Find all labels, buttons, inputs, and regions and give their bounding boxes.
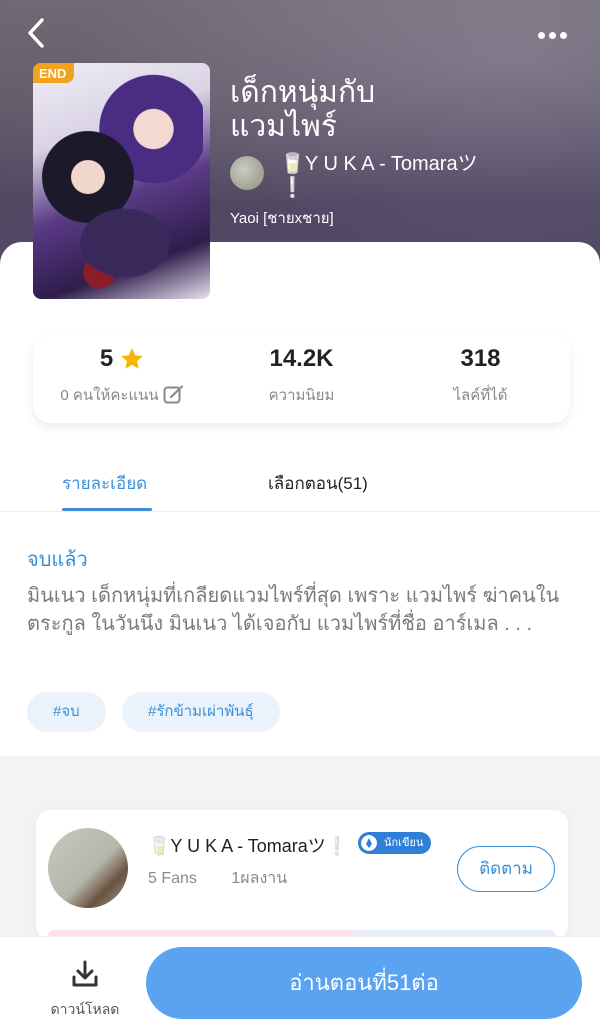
fans-count: 5 Fans [148, 870, 197, 887]
rating-value: 5 [99, 345, 114, 372]
download-label: ดาวน์โหลด [50, 1001, 120, 1017]
edit-icon[interactable] [163, 385, 185, 405]
popularity-stat: 14.2K ความนิยม [212, 335, 391, 423]
likes-value: 318 [460, 345, 501, 372]
star-icon [121, 348, 144, 369]
author-row[interactable]: 🥛Y U K A - Tomaraツ❕ [230, 152, 500, 200]
writer-badge: นักเขียน [358, 832, 432, 854]
tab-chapters[interactable]: เลือกตอน(51) [268, 470, 368, 497]
tag-chip[interactable]: #จบ [27, 692, 106, 732]
status-label: จบแล้ว [27, 549, 88, 571]
popularity-value: 14.2K [269, 345, 334, 372]
bottom-bar: ดาวน์โหลด อ่านตอนที่51ต่อ [0, 936, 600, 1027]
back-icon[interactable] [22, 14, 56, 52]
end-badge: END [33, 63, 75, 83]
avatar[interactable] [48, 828, 128, 908]
follow-button[interactable]: ติดตาม [457, 846, 555, 892]
writer-name[interactable]: 🥛Y U K A - Tomaraツ❕ [148, 832, 348, 858]
synopsis-text: มินเนว เด็กหนุ่มที่เกลียดแวมไพร์ที่สุด เ… [27, 585, 560, 635]
tab-bar: รายละเอียด เลือกตอน(51) [0, 450, 600, 512]
story-title: เด็กหนุ่มกับแวมไพร์ [230, 76, 376, 143]
works-count: 1ผลงาน [231, 870, 288, 887]
cover-image: END [33, 63, 210, 299]
rating-stat[interactable]: 5 0 คนให้คะแนน [33, 335, 212, 423]
download-button[interactable]: ดาวน์โหลด [44, 959, 126, 1021]
writer-icon [361, 835, 377, 851]
author-name[interactable]: 🥛Y U K A - Tomaraツ❕ [280, 152, 500, 200]
writer-badge-label: นักเขียน [384, 837, 424, 849]
likes-label: ไลค์ที่ได้ [453, 387, 508, 404]
author-card: 🥛Y U K A - Tomaraツ❕ นักเขียน 5 Fans 1ผลง… [36, 810, 568, 940]
genre-label: Yaoi [ชายxชาย] [230, 210, 334, 227]
likes-stat: 318 ไลค์ที่ได้ [391, 335, 570, 423]
download-icon [72, 960, 98, 987]
popularity-label: ความนิยม [268, 387, 335, 404]
tag-chip[interactable]: #รักข้ามเผ่าพันธุ์ [122, 692, 280, 732]
writer-stats: 5 Fans 1ผลงาน [148, 866, 287, 891]
rating-label: 0 คนให้คะแนน [60, 387, 159, 404]
tab-detail[interactable]: รายละเอียด [62, 470, 147, 497]
author-avatar[interactable] [230, 156, 264, 190]
stats-card: 5 0 คนให้คะแนน 14.2K ความนิยม 318 ไลค์ที… [33, 335, 570, 423]
more-icon[interactable] [538, 24, 578, 44]
tab-indicator [62, 508, 152, 511]
continue-reading-button[interactable]: อ่านตอนที่51ต่อ [146, 947, 582, 1019]
